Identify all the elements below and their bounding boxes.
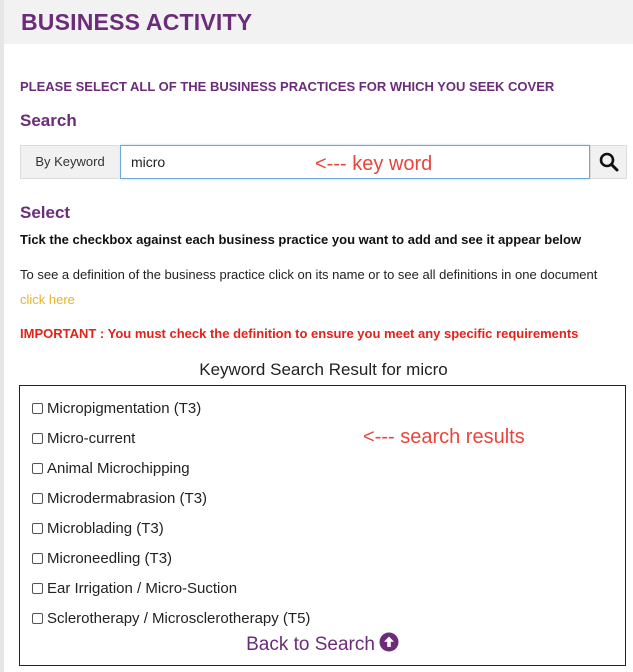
cover-instruction: PLEASE SELECT ALL OF THE BUSINESS PRACTI… — [20, 79, 555, 94]
result-checkbox[interactable] — [32, 582, 43, 594]
result-label[interactable]: Microneedling (T3) — [47, 550, 172, 567]
result-item[interactable]: Micropigmentation (T3) — [32, 397, 201, 419]
result-item[interactable]: Micro-current — [32, 427, 135, 449]
search-button[interactable] — [590, 145, 627, 179]
result-checkbox[interactable] — [32, 402, 43, 414]
result-item[interactable]: Microdermabrasion (T3) — [32, 487, 207, 509]
arrow-up-circle-icon — [379, 632, 399, 652]
back-to-search-link[interactable]: Back to Search — [20, 632, 625, 656]
result-label[interactable]: Sclerotherapy / Microsclerotherapy (T5) — [47, 610, 310, 627]
result-checkbox[interactable] — [32, 432, 43, 444]
left-border — [0, 0, 4, 672]
results-annotation: <--- search results — [363, 426, 525, 448]
page-title: BUSINESS ACTIVITY — [21, 9, 253, 35]
result-item[interactable]: Microblading (T3) — [32, 517, 164, 539]
search-heading: Search — [20, 111, 77, 130]
search-icon — [599, 152, 618, 172]
result-checkbox[interactable] — [32, 522, 43, 534]
keyword-annotation: <--- key word — [315, 153, 433, 175]
result-item[interactable]: Ear Irrigation / Micro-Suction — [32, 577, 237, 599]
result-label[interactable]: Microblading (T3) — [47, 520, 164, 537]
result-checkbox[interactable] — [32, 462, 43, 474]
result-checkbox[interactable] — [32, 552, 43, 564]
important-notice: IMPORTANT : You must check the definitio… — [20, 326, 579, 341]
definition-description: To see a definition of the business prac… — [20, 267, 598, 282]
result-label[interactable]: Microdermabrasion (T3) — [47, 490, 207, 507]
select-heading: Select — [20, 203, 71, 222]
result-label[interactable]: Ear Irrigation / Micro-Suction — [47, 580, 237, 597]
tick-instruction: Tick the checkbox against each business … — [20, 232, 582, 247]
back-to-search-label[interactable]: Back to Search — [246, 634, 375, 655]
definition-text: To see a definition of the business prac… — [20, 262, 620, 312]
results-box: Micropigmentation (T3) Micro-current Ani… — [19, 385, 626, 666]
page-header: BUSINESS ACTIVITY — [4, 0, 633, 44]
keyword-label: By Keyword — [20, 145, 119, 179]
result-label[interactable]: Animal Microchipping — [47, 460, 190, 477]
result-checkbox[interactable] — [32, 612, 43, 624]
result-label[interactable]: Micropigmentation (T3) — [47, 400, 201, 417]
result-label[interactable]: Micro-current — [47, 430, 135, 447]
result-item[interactable]: Animal Microchipping — [32, 457, 190, 479]
result-checkbox[interactable] — [32, 492, 43, 504]
result-item[interactable]: Microneedling (T3) — [32, 547, 172, 569]
result-item[interactable]: Sclerotherapy / Microsclerotherapy (T5) — [32, 607, 310, 629]
all-definitions-link[interactable]: click here — [20, 292, 75, 307]
results-title: Keyword Search Result for micro — [199, 360, 448, 379]
